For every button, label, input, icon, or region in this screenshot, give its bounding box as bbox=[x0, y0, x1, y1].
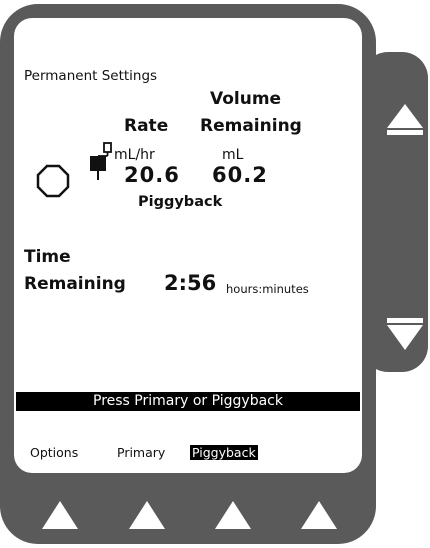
display-screen: Permanent Settings Volume Rate Remaining… bbox=[14, 18, 362, 473]
mode-label: Piggyback bbox=[138, 194, 223, 210]
iv-bag-icon bbox=[90, 142, 112, 180]
softkey-2-button[interactable] bbox=[125, 497, 169, 533]
infusion-pump-device: Permanent Settings Volume Rate Remaining… bbox=[0, 0, 430, 548]
softkey-options[interactable]: Options bbox=[28, 445, 80, 460]
time-unit: hours:minutes bbox=[226, 282, 309, 296]
softkey-primary[interactable]: Primary bbox=[115, 445, 167, 460]
softkey-1-button[interactable] bbox=[38, 497, 82, 533]
softkey-3-button[interactable] bbox=[211, 497, 255, 533]
screen-title: Permanent Settings bbox=[24, 68, 158, 84]
volume-header-line1: Volume bbox=[210, 89, 282, 109]
volume-value: 60.2 bbox=[212, 163, 268, 187]
rate-header: Rate bbox=[124, 116, 169, 136]
softkey-4-button[interactable] bbox=[297, 497, 341, 533]
time-label-line1: Time bbox=[24, 247, 71, 267]
down-arrow-icon[interactable] bbox=[383, 314, 427, 358]
volume-header-line2: Remaining bbox=[200, 116, 302, 136]
message-bar: Press Primary or Piggyback bbox=[16, 392, 360, 411]
time-label-line2: Remaining bbox=[24, 274, 126, 294]
volume-unit: mL bbox=[222, 147, 244, 163]
octagon-stop-icon bbox=[36, 164, 70, 198]
rate-unit: mL/hr bbox=[114, 147, 155, 163]
softkey-piggyback[interactable]: Piggyback bbox=[190, 445, 258, 460]
rate-value: 20.6 bbox=[124, 163, 180, 187]
up-arrow-icon[interactable] bbox=[383, 100, 427, 144]
time-remaining-value: 2:56 bbox=[164, 271, 217, 295]
